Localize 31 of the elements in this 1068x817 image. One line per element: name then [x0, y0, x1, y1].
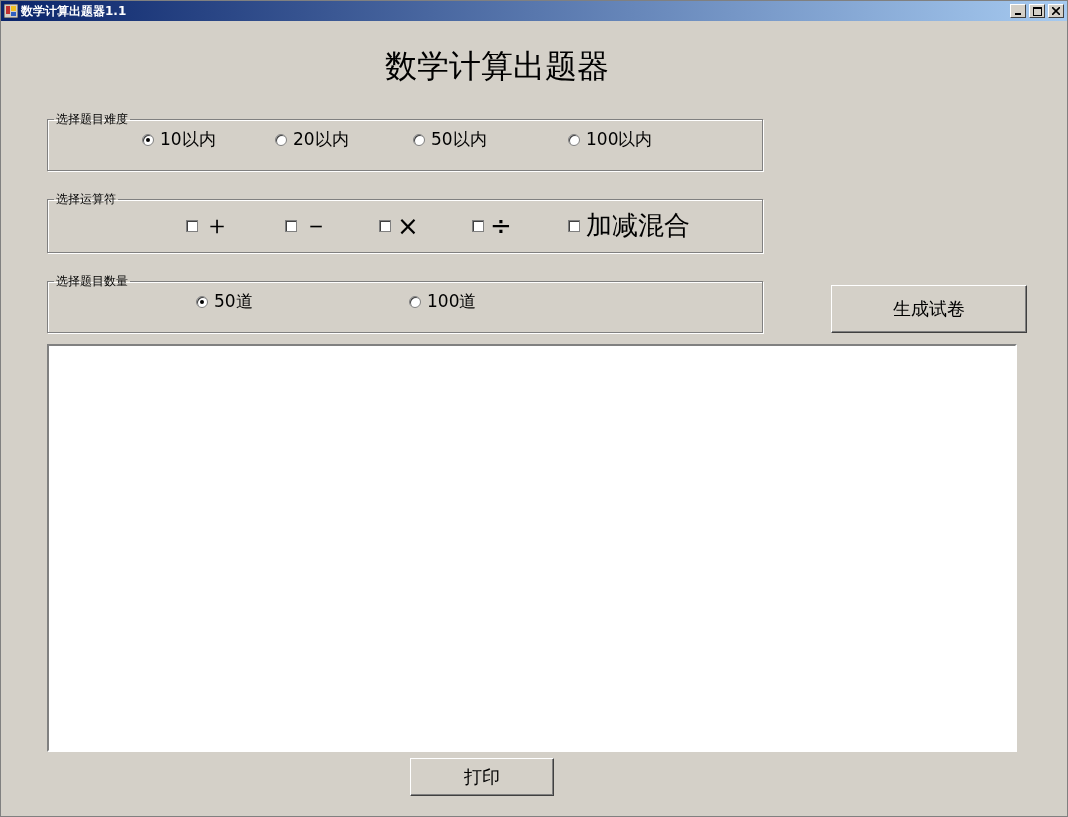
option-label: 10以内	[160, 128, 216, 151]
option-label: 50道	[214, 290, 253, 313]
app-icon	[4, 4, 18, 18]
option-label: 100以内	[586, 128, 653, 151]
group-label: 选择题目数量	[55, 273, 129, 290]
generate-button[interactable]: 生成试卷	[831, 285, 1027, 333]
checkbox[interactable]	[186, 219, 198, 232]
maximize-button[interactable]	[1029, 4, 1045, 18]
option-label: ÷	[490, 210, 512, 241]
print-button[interactable]: 打印	[410, 758, 554, 796]
option-label: ＋	[204, 209, 230, 242]
checkbox[interactable]	[285, 219, 297, 232]
minimize-button[interactable]	[1010, 4, 1026, 18]
close-icon	[1052, 7, 1060, 15]
option-label: 50以内	[431, 128, 487, 151]
option-label: ×	[397, 210, 419, 241]
checkbox[interactable]	[472, 219, 484, 232]
option-label: －	[303, 209, 329, 242]
close-button[interactable]	[1048, 4, 1064, 18]
radio-button[interactable]	[275, 133, 287, 146]
maximize-icon	[1032, 6, 1042, 16]
checkbox[interactable]	[379, 219, 391, 232]
option-label: 20以内	[293, 128, 349, 151]
radio-button[interactable]	[409, 295, 421, 308]
group-label: 选择题目难度	[55, 111, 129, 128]
window-title: 数学计算出题器1.1	[21, 2, 128, 20]
option-label: 加减混合	[586, 209, 690, 242]
group-label: 选择运算符	[55, 191, 117, 208]
app-heading: 数学计算出题器	[384, 46, 610, 87]
checkbox[interactable]	[568, 219, 580, 232]
option-label: 100道	[427, 290, 477, 313]
